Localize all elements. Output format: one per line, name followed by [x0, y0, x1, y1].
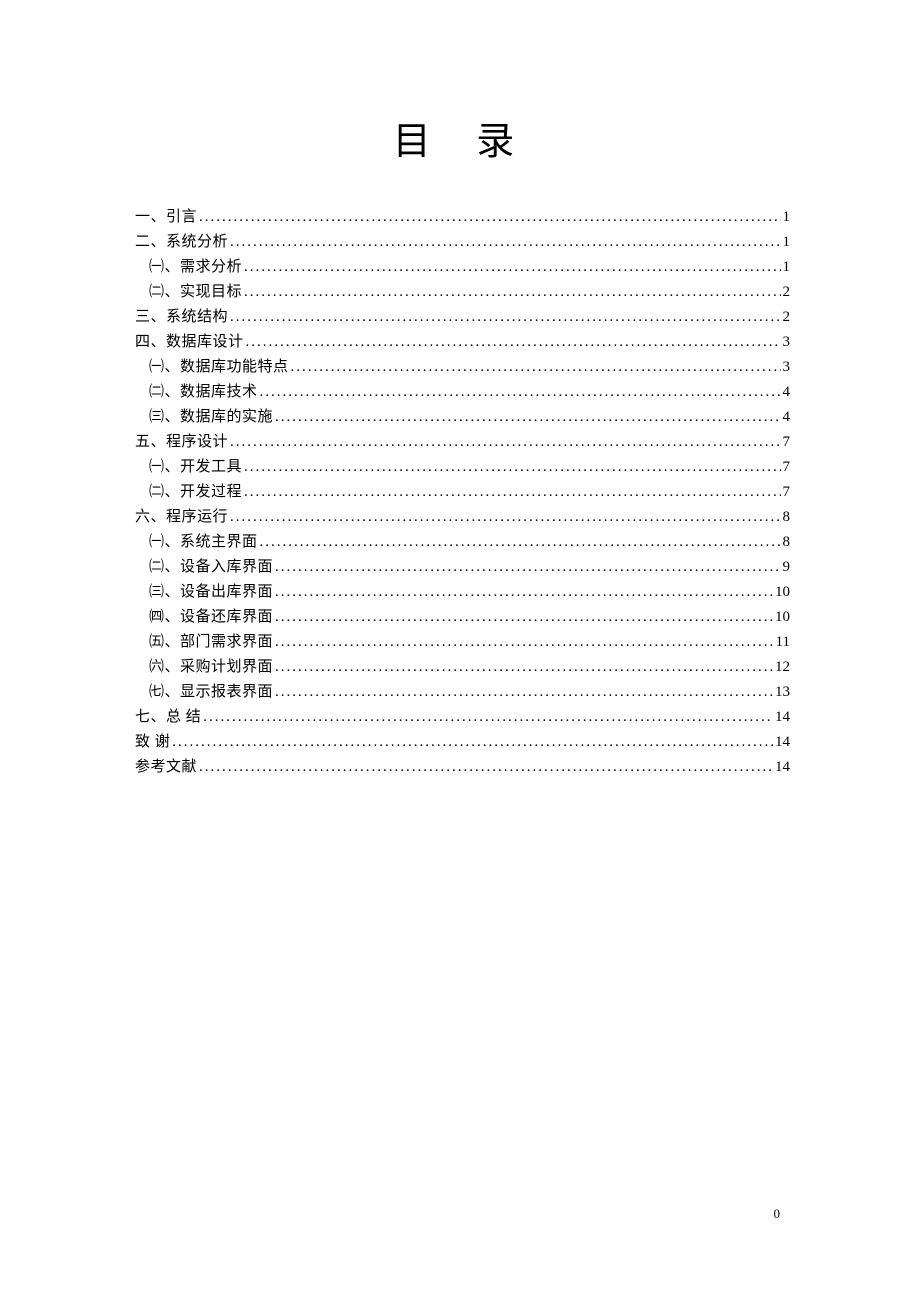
- toc-entry: 二、系统分析 1: [135, 230, 790, 254]
- toc-entry-label: ㈠、数据库功能特点: [149, 355, 289, 379]
- toc-dot-leader: [275, 405, 780, 429]
- toc-entry: ㈢、数据库的实施 4: [135, 405, 790, 429]
- toc-entry-page: 13: [775, 680, 790, 704]
- toc-entry-label: ㈢、数据库的实施: [149, 405, 273, 429]
- toc-dot-leader: [246, 330, 781, 354]
- toc-entry-page: 7: [783, 455, 791, 479]
- toc-entry-label: ㈠、系统主界面: [149, 530, 258, 554]
- toc-entry: ㈠、开发工具 7: [135, 455, 790, 479]
- toc-dot-leader: [275, 580, 773, 604]
- toc-entry-label: 五、程序设计: [135, 430, 228, 454]
- toc-entry-page: 14: [775, 755, 790, 779]
- toc-entry: ㈠、数据库功能特点 3: [135, 355, 790, 379]
- toc-entry-page: 8: [783, 505, 791, 529]
- toc-dot-leader: [275, 655, 773, 679]
- page-number-footer: 0: [774, 1206, 781, 1222]
- toc-entry-label: 二、系统分析: [135, 230, 228, 254]
- toc-entry-label: 致 谢: [135, 730, 170, 754]
- toc-entry-label: 六、程序运行: [135, 505, 228, 529]
- toc-entry-label: ㈥、采购计划界面: [149, 655, 273, 679]
- toc-dot-leader: [244, 280, 780, 304]
- toc-entry-label: ㈦、显示报表界面: [149, 680, 273, 704]
- toc-entry: ㈠、系统主界面 8: [135, 530, 790, 554]
- toc-entry: 三、系统结构 2: [135, 305, 790, 329]
- toc-dot-leader: [244, 455, 780, 479]
- toc-entry-page: 7: [783, 480, 791, 504]
- toc-entry-page: 7: [783, 430, 791, 454]
- toc-entry-page: 3: [783, 330, 791, 354]
- toc-entry: ㈦、显示报表界面 13: [135, 680, 790, 704]
- toc-entry: 六、程序运行 8: [135, 505, 790, 529]
- toc-dot-leader: [199, 205, 780, 229]
- toc-list: 一、引言1二、系统分析1㈠、需求分析1㈡、实现目标2三、系统结构2四、数据库设计…: [135, 205, 790, 779]
- toc-dot-leader: [230, 305, 780, 329]
- toc-entry-label: 参考文献: [135, 755, 197, 779]
- toc-entry-page: 1: [783, 205, 791, 229]
- toc-entry-page: 4: [783, 380, 791, 404]
- toc-entry-label: ㈡、数据库技术: [149, 380, 258, 404]
- toc-dot-leader: [244, 255, 780, 279]
- toc-entry: ㈡、数据库技术 4: [135, 380, 790, 404]
- toc-entry-page: 2: [783, 280, 791, 304]
- toc-dot-leader: [291, 355, 781, 379]
- toc-entry-label: ㈡、开发过程: [149, 480, 242, 504]
- toc-dot-leader: [203, 705, 773, 729]
- toc-entry-label: 七、总 结: [135, 705, 201, 729]
- toc-dot-leader: [244, 480, 780, 504]
- toc-entry-page: 14: [775, 705, 790, 729]
- toc-entry-page: 14: [775, 730, 790, 754]
- toc-entry-page: 3: [783, 355, 791, 379]
- toc-dot-leader: [275, 680, 773, 704]
- toc-entry-label: ㈠、开发工具: [149, 455, 242, 479]
- toc-entry: ㈥、采购计划界面 12: [135, 655, 790, 679]
- toc-entry: ㈡、实现目标 2: [135, 280, 790, 304]
- toc-entry: 四、数据库设计 3: [135, 330, 790, 354]
- toc-entry-page: 10: [775, 605, 790, 629]
- toc-dot-leader: [275, 605, 773, 629]
- toc-entry-page: 8: [783, 530, 791, 554]
- toc-entry-page: 12: [775, 655, 790, 679]
- toc-entry: 参考文献 14: [135, 755, 790, 779]
- toc-entry: 五、程序设计 7: [135, 430, 790, 454]
- toc-dot-leader: [275, 630, 774, 654]
- toc-entry-page: 4: [783, 405, 791, 429]
- toc-dot-leader: [172, 730, 773, 754]
- toc-entry: ㈢、设备出库界面 10: [135, 580, 790, 604]
- toc-dot-leader: [230, 430, 780, 454]
- toc-entry-page: 10: [775, 580, 790, 604]
- toc-dot-leader: [260, 380, 781, 404]
- toc-entry-label: ㈣、设备还库界面: [149, 605, 273, 629]
- toc-entry-page: 1: [783, 230, 791, 254]
- toc-dot-leader: [199, 755, 773, 779]
- toc-entry-page: 11: [776, 630, 790, 654]
- toc-entry: ㈣、设备还库界面 10: [135, 605, 790, 629]
- toc-dot-leader: [275, 555, 780, 579]
- toc-entry-label: 四、数据库设计: [135, 330, 244, 354]
- toc-title: 目 录: [135, 110, 790, 165]
- document-page: 目 录 一、引言1二、系统分析1㈠、需求分析1㈡、实现目标2三、系统结构2四、数…: [0, 0, 920, 779]
- toc-dot-leader: [230, 230, 780, 254]
- toc-entry-label: ㈡、设备入库界面: [149, 555, 273, 579]
- toc-entry: 七、总 结 14: [135, 705, 790, 729]
- toc-entry-label: 三、系统结构: [135, 305, 228, 329]
- toc-entry: 致 谢 14: [135, 730, 790, 754]
- toc-entry-label: 一、引言: [135, 205, 197, 229]
- toc-entry-label: ㈤、部门需求界面: [149, 630, 273, 654]
- toc-entry-label: ㈠、需求分析: [149, 255, 242, 279]
- toc-entry: ㈡、开发过程 7: [135, 480, 790, 504]
- toc-entry: 一、引言 1: [135, 205, 790, 229]
- toc-entry-page: 1: [783, 255, 791, 279]
- toc-entry-label: ㈡、实现目标: [149, 280, 242, 304]
- toc-entry-page: 2: [783, 305, 791, 329]
- toc-entry: ㈠、需求分析 1: [135, 255, 790, 279]
- toc-entry-page: 9: [783, 555, 791, 579]
- toc-dot-leader: [230, 505, 780, 529]
- toc-entry: ㈤、部门需求界面 11: [135, 630, 790, 654]
- toc-entry-label: ㈢、设备出库界面: [149, 580, 273, 604]
- toc-entry: ㈡、设备入库界面 9: [135, 555, 790, 579]
- toc-dot-leader: [260, 530, 781, 554]
